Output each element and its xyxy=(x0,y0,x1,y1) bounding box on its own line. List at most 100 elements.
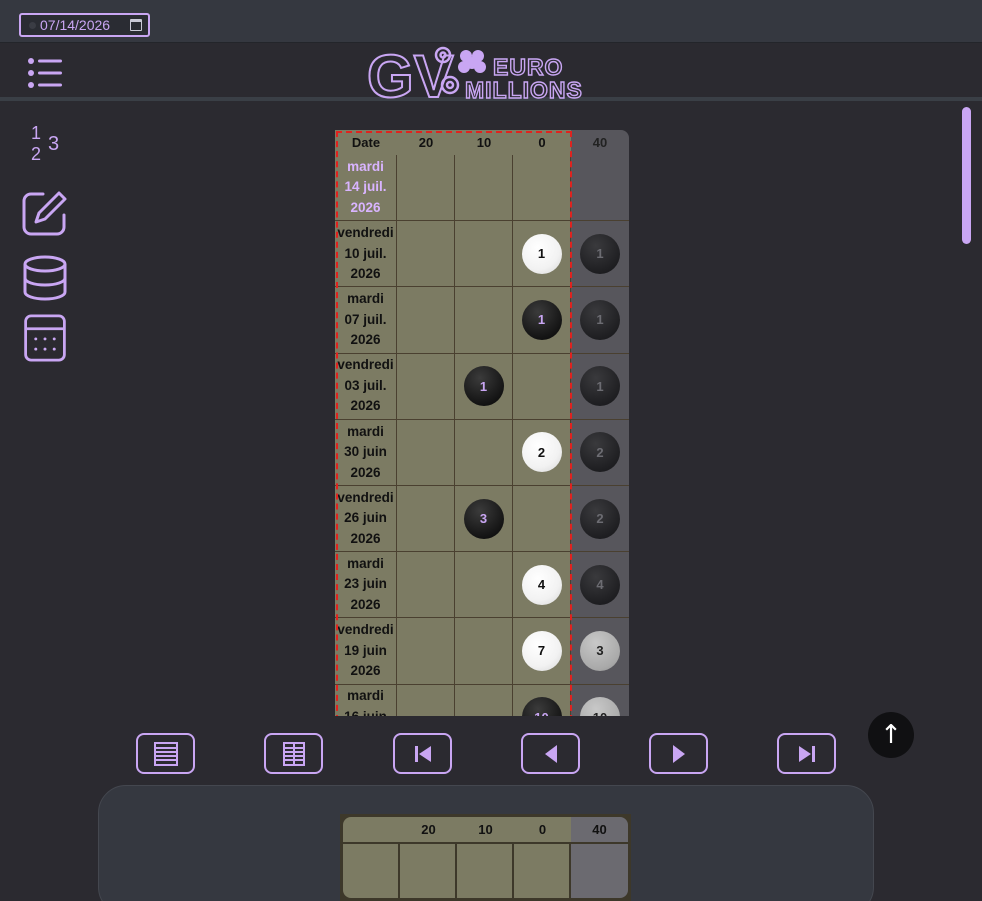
number-ball: 2 xyxy=(521,432,562,473)
cell-20 xyxy=(397,287,455,353)
number-ball: 2 xyxy=(580,498,620,539)
table-row[interactable]: vendredi 03 juil. 2026 1 1 xyxy=(335,353,629,420)
mini-header-20: 20 xyxy=(400,817,457,842)
number-ball: 2 xyxy=(580,432,620,473)
cell-20 xyxy=(397,485,455,552)
table-row[interactable]: mardi 07 juil. 2026 1 1 xyxy=(335,287,629,354)
date-indicator-dot xyxy=(29,21,36,29)
table-row[interactable]: vendredi 10 juil. 2026 1 1 xyxy=(335,221,629,288)
svg-text:1: 1 xyxy=(31,123,41,143)
cell-40: 1 xyxy=(571,353,629,419)
cell-0: 2 xyxy=(513,419,571,485)
menu-icon[interactable] xyxy=(27,57,63,89)
cell-20 xyxy=(397,419,455,485)
table-row[interactable]: mardi 23 juin 2026 4 4 xyxy=(335,552,629,619)
mini-header-0: 0 xyxy=(514,817,571,842)
date-year: 2026 xyxy=(350,332,381,348)
cell-10: 1 xyxy=(455,353,513,419)
last-page-button[interactable] xyxy=(777,733,836,774)
date-date: 03 juil. xyxy=(344,377,387,393)
date-date: 19 juin xyxy=(344,642,387,658)
date-year: 2026 xyxy=(350,398,381,414)
date-day: mardi xyxy=(347,158,384,174)
table-row[interactable]: vendredi 26 juin 2026 3 2 xyxy=(335,485,629,553)
table-row[interactable]: mardi 14 juil. 2026 xyxy=(335,155,629,222)
date-cell: mardi 07 juil. 2026 xyxy=(335,287,397,353)
next-icon xyxy=(672,744,685,763)
date-date: 26 juin xyxy=(344,510,387,526)
date-cell: vendredi 26 juin 2026 xyxy=(335,485,397,552)
date-date: 14 juil. xyxy=(344,179,387,195)
grid-view-button[interactable] xyxy=(264,733,323,774)
calendar-icon[interactable] xyxy=(130,19,142,31)
cell-0: 1 xyxy=(513,287,571,353)
table-row[interactable]: mardi16 juin20261010 xyxy=(335,684,629,716)
table-row[interactable]: vendredi 19 juin 2026 7 3 xyxy=(335,618,629,685)
date-day: vendredi xyxy=(337,357,394,373)
database-icon[interactable] xyxy=(21,254,69,302)
date-day: mardi xyxy=(347,291,384,307)
date-year: 2026 xyxy=(350,530,381,546)
date-year: 2026 xyxy=(350,663,381,679)
date-value: 07/14/2026 xyxy=(40,17,111,33)
number-ball: 1 xyxy=(463,366,504,407)
date-day: vendredi xyxy=(337,225,394,241)
cell-40 xyxy=(571,155,629,221)
results-table: Date 20 10 0 40 mardi 14 juil. 2026 vendred… xyxy=(335,130,629,716)
date-day: mardi xyxy=(347,688,384,704)
date-cell: mardi 30 juin 2026 xyxy=(335,419,397,485)
header: GV EURO MILLIONS xyxy=(0,43,982,101)
cell-10 xyxy=(455,618,513,684)
mini-cell xyxy=(343,842,400,898)
cell-20 xyxy=(397,353,455,419)
number-ball: 10 xyxy=(580,697,620,716)
edit-icon[interactable] xyxy=(21,189,69,237)
table-header: Date 20 10 0 40 xyxy=(335,130,629,155)
number-ball: 4 xyxy=(580,564,620,605)
scroll-top-button[interactable]: ↑ xyxy=(868,712,914,758)
logo-line2: MILLIONS xyxy=(465,77,583,101)
number-ball: 1 xyxy=(580,366,620,407)
date-date: 30 juin xyxy=(344,444,387,460)
cell-0: 4 xyxy=(513,552,571,618)
svg-text:3: 3 xyxy=(48,133,59,155)
prev-page-button[interactable] xyxy=(521,733,580,774)
date-input[interactable]: 07/14/2026 xyxy=(19,13,150,37)
prev-icon xyxy=(544,744,557,763)
header-0: 0 xyxy=(513,130,571,155)
date-date: 16 juin xyxy=(344,707,387,716)
mini-header-date xyxy=(343,817,400,842)
header-20: 20 xyxy=(397,130,455,155)
mini-header-10: 10 xyxy=(457,817,514,842)
number-ball: 1 xyxy=(521,299,562,340)
cell-20 xyxy=(397,155,455,221)
cell-40: 1 xyxy=(571,287,629,353)
mini-cell xyxy=(400,842,457,898)
skip-first-icon xyxy=(414,745,431,762)
cell-10 xyxy=(455,155,513,221)
date-cell: mardi 23 juin 2026 xyxy=(335,552,397,618)
cell-40: 1 xyxy=(571,221,629,287)
date-year: 2026 xyxy=(350,464,381,480)
euromillions-logo: GV EURO MILLIONS xyxy=(367,43,583,101)
date-cell: mardi 14 juil. 2026 xyxy=(335,155,397,221)
cell-40: 3 xyxy=(571,618,629,684)
cell-0: 10 xyxy=(513,684,571,716)
cell-20 xyxy=(397,684,455,716)
table-row[interactable]: mardi 30 juin 2026 2 2 xyxy=(335,419,629,486)
date-year: 2026 xyxy=(350,199,381,215)
next-page-button[interactable] xyxy=(649,733,708,774)
cell-10 xyxy=(455,221,513,287)
date-date: 23 juin xyxy=(344,576,387,592)
list-view-button[interactable] xyxy=(136,733,195,774)
header-40: 40 xyxy=(571,130,629,155)
cell-40: 2 xyxy=(571,485,629,552)
calculator-icon[interactable] xyxy=(21,314,69,362)
skip-last-icon xyxy=(798,745,815,762)
cell-0 xyxy=(513,353,571,419)
date-day: mardi xyxy=(347,423,384,439)
date-day: vendredi xyxy=(337,622,394,638)
numbers-icon[interactable]: 1 2 3 xyxy=(21,118,69,166)
scrollbar-thumb[interactable] xyxy=(962,107,971,244)
first-page-button[interactable] xyxy=(393,733,452,774)
